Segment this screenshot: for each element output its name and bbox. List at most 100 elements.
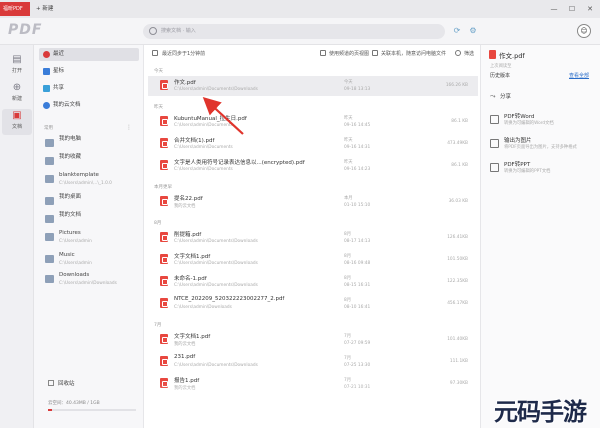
folder-path: C:\Users\admin [59, 261, 92, 266]
sidebar-item-label: 共享 [53, 85, 65, 91]
sidebar-item-label: 我的云文档 [53, 102, 81, 108]
folder-icon [45, 215, 54, 223]
sidebar-folder[interactable]: Downloads C:\Users\admin\Downloads [39, 271, 139, 291]
sidebar: 最近 星标 共享 我的云文档 常用 ⋮ 我的电脑 我的收藏 blanktempl… [34, 45, 144, 428]
sidebar-folder[interactable]: blanktemplate C:\Users\admin\...\_1.0.0 [39, 171, 139, 191]
file-size: 473.49KB [447, 141, 468, 146]
file-path: C:\Users\admin\Documents [174, 167, 233, 172]
folder-name: 我的电脑 [59, 136, 82, 142]
maximize-button[interactable]: ☐ [566, 2, 578, 16]
sidebar-item-cloud[interactable]: 我的云文档 [39, 99, 139, 112]
file-date-label: 7月 [344, 356, 352, 361]
sidebar-item-shared[interactable]: 共享 [39, 82, 139, 95]
sidebar-item-starred[interactable]: 星标 [39, 65, 139, 78]
folder-path: C:\Users\admin [59, 239, 92, 244]
tab-active[interactable]: 福昕PDF [0, 2, 30, 16]
file-date: 昨天 09-16 14:23 [344, 159, 370, 173]
rail-open-label: 打开 [11, 68, 22, 74]
close-button[interactable]: ✕ [584, 2, 596, 16]
pdf-icon [160, 254, 168, 264]
group-label: 本月更早 [154, 185, 172, 190]
sync-icon[interactable]: ⟳ [452, 26, 462, 36]
sidebar-folder[interactable]: 我的收藏 [39, 153, 139, 173]
file-date: 7月 07-27 09:59 [344, 333, 370, 347]
filter-button[interactable]: 筛选 [455, 50, 474, 57]
rail-new[interactable]: ⊕ 新建 [2, 81, 32, 107]
file-date-label: 昨天 [344, 116, 353, 121]
file-time: 08-17 14:13 [344, 239, 371, 244]
table-row[interactable]: 231.pdf C:\Users\admin\Documents\Download… [148, 352, 478, 372]
file-size: 101.40KB [447, 337, 468, 342]
image-icon [490, 139, 499, 148]
file-size: 86.1 KB [451, 119, 468, 124]
checkbox-icon [320, 50, 326, 56]
sidebar-item-label: 星标 [53, 68, 65, 74]
sidebar-item-recent[interactable]: 最近 [39, 48, 139, 61]
folder-name: 我的收藏 [59, 154, 82, 160]
link-computer-toggle[interactable]: 关联本机，随意访问电脑文件 [372, 50, 446, 57]
folder-icon [45, 175, 54, 183]
sidebar-folder[interactable]: 我的桌面 [39, 193, 139, 213]
tool-pdf-to-word[interactable]: PDF转Word 转换为可编辑的Word文档 [490, 113, 595, 133]
search-placeholder: 搜索文档 · 输入 [161, 28, 196, 34]
table-row[interactable]: KubuntuManual_拉生日.pdf C:\Users\admin\Docu… [148, 112, 478, 132]
file-date-label: 8月 [344, 298, 352, 303]
table-row[interactable]: NTCE_202209_520322223002277_2.pdf C:\User… [148, 294, 478, 314]
file-path: C:\Users\admin\Documents\Downloads [174, 87, 258, 92]
file-time: 09-16 14:23 [344, 167, 371, 172]
cloud-icon [43, 102, 50, 109]
table-row[interactable]: 文字文档1.pdf C:\Users\admin\Documents\Downlo… [148, 250, 478, 270]
file-time: 09-16 14:31 [344, 145, 371, 150]
sidebar-folder[interactable]: 我的文档 [39, 211, 139, 231]
sidebar-folder[interactable]: Music C:\Users\admin [39, 251, 139, 271]
pdf-icon [160, 276, 168, 286]
table-row[interactable]: 合并文档(1).pdf C:\Users\admin\Documents 昨天 09-… [148, 134, 478, 154]
recycle-bin[interactable]: 回收站 [48, 379, 75, 387]
file-date: 昨天 09-16 14:31 [344, 137, 370, 151]
file-size: 456.17KB [447, 301, 468, 306]
file-time: 08-10 16:41 [344, 305, 371, 310]
minimize-button[interactable]: — [548, 2, 560, 16]
file-size: 101.50KB [447, 257, 468, 262]
tool-pdf-to-ppt[interactable]: PDF转PPT 转换为可编辑的PPT文档 [490, 161, 595, 181]
folder-open-icon: ▤ [12, 54, 22, 65]
history-label: 历史版本 [490, 73, 511, 79]
more-icon[interactable]: ⋮ [126, 124, 132, 131]
file-name: 提名22.pdf [174, 196, 203, 202]
rail-open[interactable]: ▤ 打开 [2, 53, 32, 79]
view-all-link[interactable]: 查看全部 [569, 72, 589, 79]
header: PDF 搜索文档 · 输入 ⟳ ⚙ ☺ [0, 18, 600, 45]
storage-bar [48, 409, 136, 411]
table-row[interactable]: 提名22.pdf 我的云文档 本月 01-10 15:10 36.03 KB [148, 192, 478, 212]
settings-icon[interactable]: ⚙ [468, 26, 478, 36]
share-button[interactable]: ⤳ 分享 [490, 92, 511, 100]
file-date-label: 今天 [344, 80, 353, 85]
folder-icon [45, 275, 54, 283]
pdf-icon [160, 138, 168, 148]
sync-status: 最近同步于1分钟前 [152, 50, 205, 57]
search-icon [149, 27, 157, 35]
share-icon: ⤳ [490, 92, 496, 100]
search-input[interactable]: 搜索文档 · 输入 [143, 24, 445, 39]
table-row[interactable]: 文字文档1.pdf 我的云文档 7月 07-27 09:59 101.40KB [148, 330, 478, 350]
checkbox-icon [372, 50, 378, 56]
tool-export-image[interactable]: 输出为图片 将PDF页面导出为图片，支持多种格式 [490, 137, 595, 157]
icon-rail: ▤ 打开 ⊕ 新建 ▣ 文档 [0, 45, 34, 428]
table-row[interactable]: 未命名-1.pdf C:\Users\admin\Documents\Downlo… [148, 272, 478, 292]
file-name: 合并文档(1).pdf [174, 138, 215, 144]
star-icon [43, 68, 50, 75]
view-toggle[interactable]: 使用频道的页视图 [320, 50, 369, 57]
file-size: 111.1KB [449, 359, 468, 364]
table-row[interactable]: 作文.pdf C:\Users\admin\Documents\Downloads… [148, 76, 478, 96]
computer-icon [45, 139, 54, 147]
sidebar-folder[interactable]: 我的电脑 [39, 135, 139, 155]
table-row[interactable]: 文字是人类用符号记录表达信息以...(encrypted).pdf C:\User… [148, 156, 478, 176]
avatar[interactable]: ☺ [577, 24, 591, 38]
table-row[interactable]: 削提箱.pdf C:\Users\admin\Documents\Download… [148, 228, 478, 248]
document-icon: ▣ [12, 110, 22, 121]
fade-overlay [144, 382, 480, 428]
new-tab-button[interactable]: + 新建 [36, 2, 53, 16]
sidebar-folder[interactable]: Pictures C:\Users\admin [39, 229, 139, 249]
file-date: 7月 07-25 13:30 [344, 355, 370, 369]
rail-documents[interactable]: ▣ 文档 [2, 109, 32, 135]
